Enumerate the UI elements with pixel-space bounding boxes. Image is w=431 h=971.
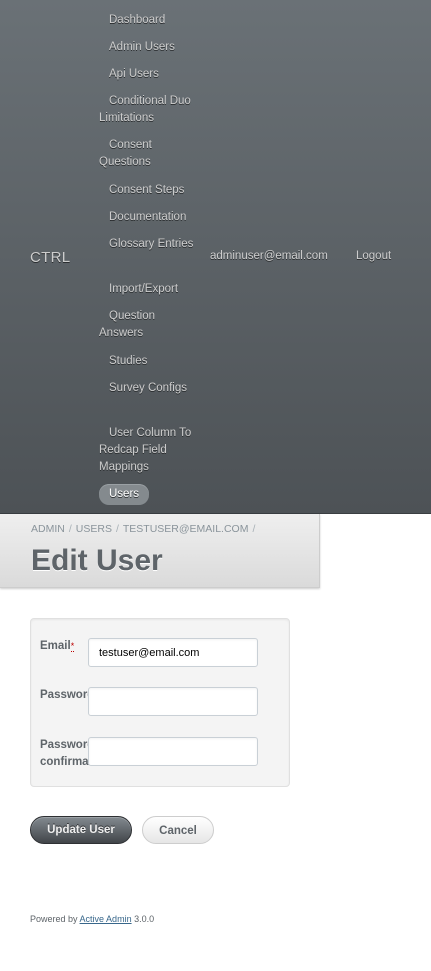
current-user-link[interactable]: adminuser@email.com	[210, 250, 328, 262]
active-admin-link[interactable]: Active Admin	[80, 914, 132, 924]
nav-item-user-column-to-redcap-field-mappings[interactable]: User Column To Redcap Field Mappings	[99, 425, 199, 476]
email-label: Email*	[40, 638, 90, 655]
form-fieldset: Email* Password Password confirmation	[30, 618, 290, 787]
nav-item-admin-users[interactable]: Admin Users	[99, 39, 199, 56]
nav-item-studies[interactable]: Studies	[99, 353, 199, 370]
header: CTRL Dashboard Admin Users Api Users Con…	[0, 0, 431, 514]
nav-item-consent-steps[interactable]: Consent Steps	[99, 182, 199, 199]
breadcrumb-separator: /	[252, 523, 256, 535]
nav-item-conditional-duo-limitations[interactable]: Conditional Duo Limitations	[99, 93, 199, 127]
email-field[interactable]	[88, 638, 258, 667]
breadcrumb: ADMIN / USERS / TESTUSER@EMAIL.COM /	[31, 523, 259, 535]
password-label: Password	[40, 689, 90, 701]
update-user-button[interactable]: Update User	[30, 816, 132, 844]
required-marker: *	[70, 641, 75, 652]
nav-item-glossary-entries[interactable]: Glossary Entries	[99, 236, 199, 253]
breadcrumb-admin[interactable]: ADMIN	[31, 523, 65, 535]
nav-item-dashboard[interactable]: Dashboard	[99, 12, 199, 29]
password-confirmation-label: Password confirmation	[40, 739, 90, 768]
nav-item-documentation[interactable]: Documentation	[99, 209, 199, 226]
nav-item-survey-configs[interactable]: Survey Configs	[99, 380, 199, 397]
nav-item-import-export[interactable]: Import/Export	[99, 281, 199, 298]
logout-link[interactable]: Logout	[356, 250, 391, 262]
password-field[interactable]	[88, 687, 258, 716]
footer-version: 3.0.0	[134, 914, 155, 924]
footer: Powered by Active Admin 3.0.0	[30, 914, 154, 924]
nav-item-consent-questions[interactable]: Consent Questions	[99, 137, 199, 171]
breadcrumb-separator: /	[68, 523, 72, 535]
password-confirmation-field[interactable]	[88, 737, 258, 766]
nav-item-question-answers[interactable]: Question Answers	[99, 308, 199, 342]
nav-item-users[interactable]: Users	[99, 484, 150, 505]
breadcrumb-user[interactable]: TESTUSER@EMAIL.COM	[123, 523, 249, 535]
email-label-text: Email	[40, 640, 71, 652]
title-bar: ADMIN / USERS / TESTUSER@EMAIL.COM / Edit Use…	[0, 514, 320, 588]
site-title[interactable]: CTRL	[30, 249, 70, 266]
cancel-button[interactable]: Cancel	[142, 816, 214, 844]
nav-item-api-users[interactable]: Api Users	[99, 66, 199, 83]
breadcrumb-separator: /	[115, 523, 119, 535]
breadcrumb-users[interactable]: USERS	[76, 523, 112, 535]
footer-prefix: Powered by	[30, 914, 78, 924]
page-title: Edit User	[31, 544, 163, 577]
